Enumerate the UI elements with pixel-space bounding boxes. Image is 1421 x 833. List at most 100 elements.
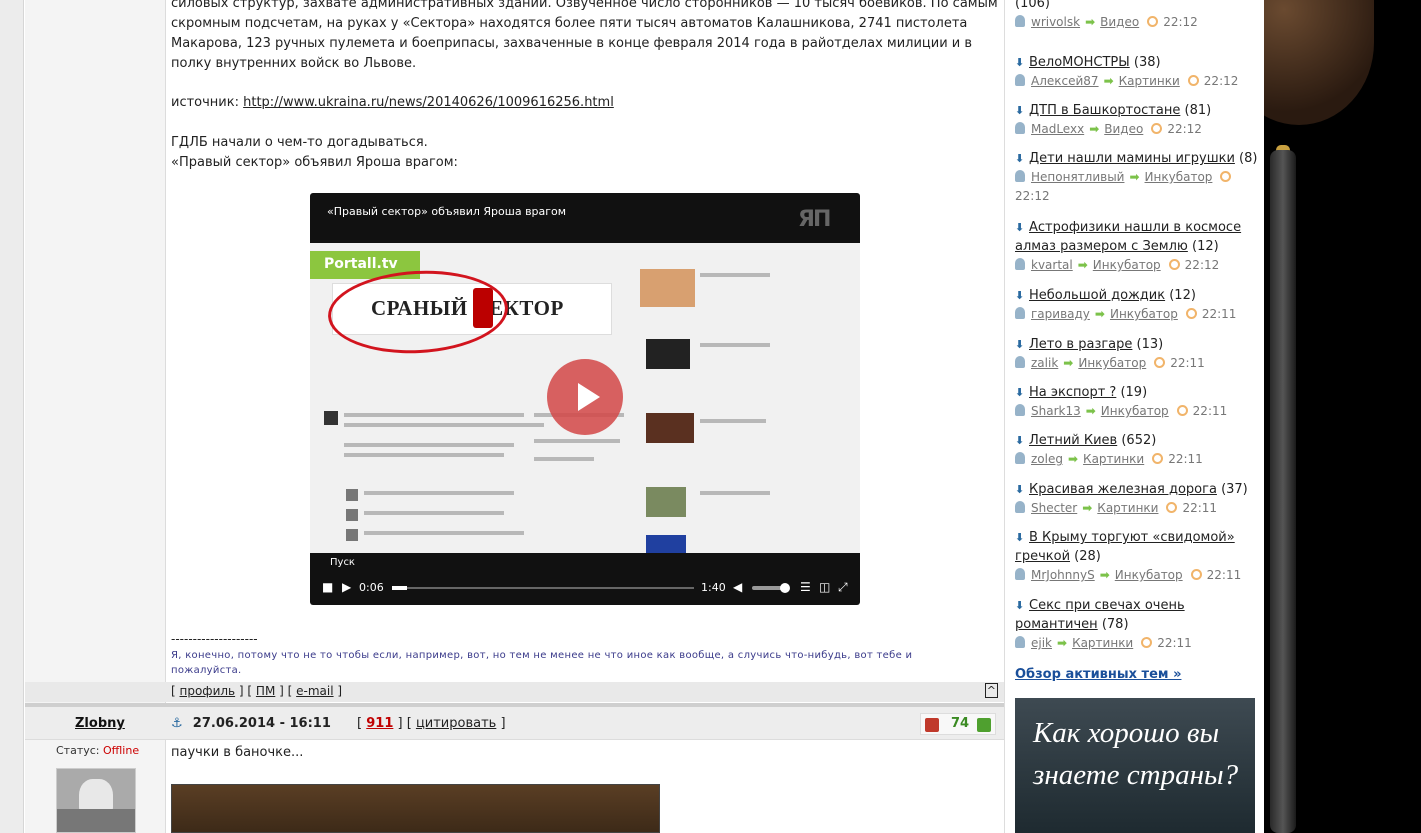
time-current: 0:06 (359, 581, 384, 594)
post-text-line: скромным подсчетам, на руках у «Сектора»… (171, 16, 968, 31)
topic-user-link[interactable]: MrJohnnyS (1031, 568, 1095, 582)
topic-category-link[interactable]: Видео (1100, 15, 1139, 29)
topic-time: 22:11 (1206, 568, 1242, 582)
topic-category-link[interactable]: Картинки (1097, 501, 1158, 515)
topic-user-link[interactable]: гариваду (1031, 307, 1090, 321)
profile-link[interactable]: профиль (180, 684, 236, 698)
source-link[interactable]: http://www.ukraina.ru/news/20140626/1009… (243, 95, 614, 110)
topic-arrow-icon: ⬇ (1015, 434, 1025, 447)
progress-track[interactable] (392, 586, 694, 590)
topic-user-link[interactable]: MadLexx (1031, 122, 1084, 136)
topic-title-link[interactable]: Секс при свечах очень романтичен (1015, 598, 1185, 632)
window-icon[interactable]: ◫ (819, 580, 830, 594)
topic-title-link[interactable]: В Крыму торгуют «свидомой» гречкой (1015, 530, 1235, 564)
anchor-icon[interactable]: ⚓ (171, 716, 183, 731)
user-icon (1015, 307, 1025, 319)
clock-icon (1190, 569, 1202, 580)
topic-meta: wrivolsk ➡ Видео 22:12 (1015, 13, 1260, 32)
volume-slider[interactable] (752, 583, 790, 593)
quote-link[interactable]: цитировать (416, 716, 496, 731)
stop-icon[interactable]: ■ (322, 580, 333, 594)
topic-category-link[interactable]: Видео (1104, 122, 1143, 136)
topic-title-link[interactable]: Небольшой дождик (1029, 288, 1165, 303)
source-line: источник: http://www.ukraina.ru/news/201… (171, 93, 1001, 113)
forum-post-area: силовых структур, захвате административн… (0, 0, 1004, 833)
thumbs-down-icon[interactable] (925, 718, 939, 732)
time-total: 1:40 (701, 581, 726, 594)
topic-count: (12) (1192, 239, 1219, 254)
topic-user-link[interactable]: Shark13 (1031, 404, 1081, 418)
arrow-right-icon: ➡ (1099, 568, 1110, 582)
topic-title-link[interactable]: ДТП в Башкортостане (1029, 103, 1180, 118)
topic-user-link[interactable]: ejik (1031, 636, 1052, 650)
email-link[interactable]: e-mail (296, 684, 333, 698)
topic-user-link[interactable]: Непонятливый (1031, 170, 1124, 184)
post-text-line: ГДЛБ начали о чем-то догадываться. (171, 135, 428, 150)
play-icon[interactable]: ▶ (342, 580, 351, 594)
topic-user-link[interactable]: kvartal (1031, 258, 1073, 272)
signature-divider: -------------------- (171, 632, 258, 646)
topic-arrow-icon: ⬇ (1015, 104, 1025, 117)
video-player[interactable]: «Правый сектор» объявил Яроша врагом ЯП … (310, 193, 860, 605)
topic-category-link[interactable]: Инкубатор (1110, 307, 1178, 321)
topic-title-link[interactable]: Дети нашли мамины игрушки (1029, 151, 1235, 166)
user-icon (1015, 501, 1025, 513)
playlist-icon[interactable]: ☰ (800, 580, 811, 594)
thumbs-up-icon[interactable] (977, 718, 991, 732)
topic-category-link[interactable]: Картинки (1083, 452, 1144, 466)
topic-user-link[interactable]: Shecter (1031, 501, 1077, 515)
audio-jack-image (1270, 150, 1296, 833)
topic-category-link[interactable]: Инкубатор (1145, 170, 1213, 184)
author-name[interactable]: Zlobny (75, 716, 125, 731)
topic-arrow-icon: ⬇ (1015, 56, 1025, 69)
topic-item: (106) wrivolsk ➡ Видео 22:12 (1015, 0, 1260, 32)
quiz-banner[interactable]: Как хорошо вы знаете страны? (1015, 698, 1255, 833)
active-topics-overview-link[interactable]: Обзор активных тем » (1015, 667, 1181, 682)
post-image[interactable] (171, 784, 660, 833)
pm-link[interactable]: ПМ (256, 684, 275, 698)
background-decoration (1264, 0, 1421, 833)
topic-category-link[interactable]: Инкубатор (1078, 356, 1146, 370)
topic-user-link[interactable]: Алексей87 (1031, 74, 1099, 88)
topic-meta: kvartal ➡ Инкубатор 22:12 (1015, 256, 1260, 275)
topic-user-link[interactable]: zoleg (1031, 452, 1063, 466)
volume-knob[interactable] (780, 583, 790, 593)
topic-item: ⬇ Красивая железная дорога (37) Shecter ➡ Ка… (1015, 480, 1260, 518)
topic-count: (8) (1239, 151, 1258, 166)
fb-text (344, 413, 524, 417)
video-frame[interactable]: Portall.tv СРАНЫЙ СЕКТОР (310, 243, 860, 553)
topic-item: ⬇ Небольшой дождик (12) гариваду ➡ Инкубатор… (1015, 286, 1260, 324)
topic-category-link[interactable]: Инкубатор (1101, 404, 1169, 418)
topic-category-link[interactable]: Инкубатор (1115, 568, 1183, 582)
topic-title-link[interactable]: Красивая железная дорога (1029, 482, 1217, 497)
fb-avatar (346, 489, 358, 501)
topic-count: (106) (1015, 0, 1050, 11)
topic-meta: Непонятливый ➡ Инкубатор 22:12 (1015, 168, 1260, 206)
post-number-link[interactable]: 911 (366, 716, 393, 731)
topic-category-link[interactable]: Картинки (1072, 636, 1133, 650)
topic-title-line: ⬇ Небольшой дождик (12) (1015, 286, 1260, 305)
topic-title-link[interactable]: Летний Киев (1029, 433, 1117, 448)
scroll-top-button[interactable]: ^ (984, 683, 998, 698)
topic-arrow-icon: ⬇ (1015, 386, 1025, 399)
avatar[interactable] (56, 768, 136, 833)
post-date: 27.06.2014 - 16:11 (192, 716, 331, 731)
video-title[interactable]: «Правый сектор» объявил Яроша врагом (327, 205, 566, 218)
topic-title-link[interactable]: ВелоМОНСТРЫ (1029, 55, 1130, 70)
topic-category-link[interactable]: Картинки (1119, 74, 1180, 88)
topic-user-link[interactable]: wrivolsk (1031, 15, 1080, 29)
fb-text (364, 491, 514, 495)
post-text-line: полку внутренних войск во Львове. (171, 56, 417, 71)
play-tooltip: Пуск (330, 557, 355, 568)
play-overlay-button[interactable] (547, 359, 623, 435)
topic-category-link[interactable]: Инкубатор (1093, 258, 1161, 272)
topic-time: 22:11 (1192, 404, 1228, 418)
volume-icon[interactable]: ◀ (733, 580, 742, 594)
fullscreen-icon[interactable]: ⤢ (838, 580, 848, 595)
topic-user-link[interactable]: zalik (1031, 356, 1058, 370)
topic-time: 22:11 (1168, 452, 1203, 466)
topic-title-link[interactable]: На экспорт ? (1029, 385, 1116, 400)
arrow-right-icon: ➡ (1067, 452, 1079, 466)
post-text-line: Макарова, 123 ручных пулемета и боеприпа… (171, 36, 973, 51)
topic-title-link[interactable]: Лето в разгаре (1029, 337, 1132, 352)
